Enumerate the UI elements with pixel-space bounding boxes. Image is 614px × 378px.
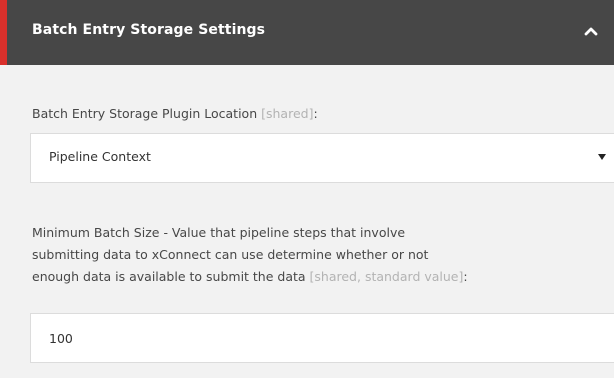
min-batch-size-input[interactable] — [30, 313, 614, 363]
settings-panel: Batch Entry Storage Settings Batch Entry… — [0, 0, 614, 378]
shared-qualifier: [shared] — [261, 106, 314, 121]
storage-plugin-selected-value: Pipeline Context — [49, 149, 151, 164]
min-batch-size-label: Minimum Batch Size - Value that pipeline… — [32, 222, 468, 288]
section-header[interactable]: Batch Entry Storage Settings — [0, 0, 614, 65]
storage-plugin-label-text: Batch Entry Storage Plugin Location — [32, 106, 262, 121]
min-batch-size-label-line: submitting data to xConnect can use dete… — [32, 247, 429, 262]
label-colon: : — [463, 269, 468, 284]
chevron-up-icon[interactable] — [578, 18, 604, 44]
dropdown-arrow-icon[interactable] — [598, 154, 606, 160]
storage-plugin-label: Batch Entry Storage Plugin Location [sha… — [32, 103, 318, 125]
label-colon: : — [313, 106, 318, 121]
section-title: Batch Entry Storage Settings — [32, 22, 266, 38]
min-batch-size-label-line: enough data is available to submit the d… — [32, 266, 468, 288]
storage-plugin-select[interactable]: Pipeline Context — [30, 133, 614, 183]
min-batch-size-label-line: Minimum Batch Size - Value that pipeline… — [32, 225, 406, 240]
min-batch-size-label-text: enough data is available to submit the d… — [32, 269, 310, 284]
shared-standard-qualifier: [shared, standard value] — [309, 269, 464, 284]
